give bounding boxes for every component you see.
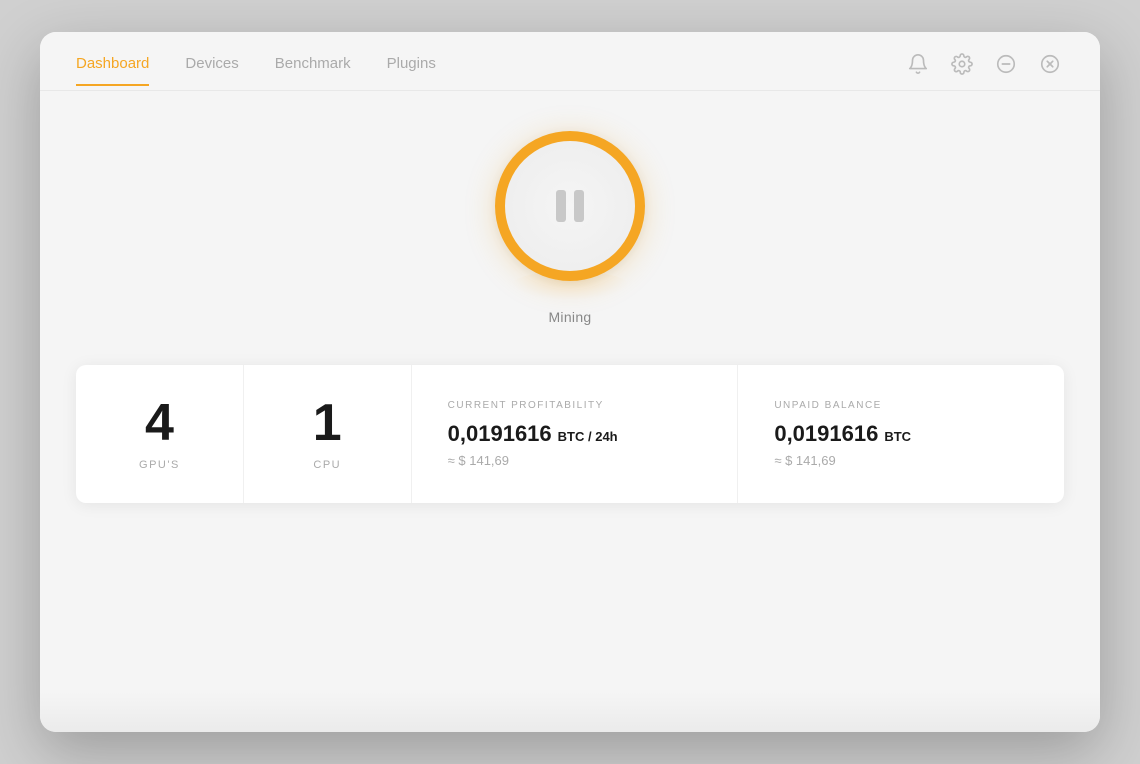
gear-icon	[951, 53, 973, 75]
mining-toggle-button[interactable]	[495, 131, 645, 281]
pause-icon	[556, 190, 584, 222]
mining-label: Mining	[548, 309, 591, 325]
app-window: Dashboard Devices Benchmark Plugins	[40, 32, 1100, 732]
balance-btc-row: 0,0191616 BTC	[774, 421, 911, 447]
profitability-header: CURRENT PROFITABILITY	[448, 400, 604, 411]
nav-icons	[904, 50, 1064, 90]
profitability-btc-row: 0,0191616 BTC / 24h	[448, 421, 618, 447]
nav-bar: Dashboard Devices Benchmark Plugins	[40, 32, 1100, 90]
gpu-count-value: 4	[145, 397, 174, 449]
nav-link-dashboard[interactable]: Dashboard	[76, 55, 149, 86]
profitability-usd: ≈ $ 141,69	[448, 453, 509, 468]
nav-link-devices[interactable]: Devices	[185, 55, 238, 86]
profitability-card: CURRENT PROFITABILITY 0,0191616 BTC / 24…	[412, 365, 739, 503]
stats-row: 4 GPU'S 1 CPU CURRENT PROFITABILITY 0,01…	[76, 365, 1064, 503]
bell-icon	[907, 53, 929, 75]
cpu-count-value: 1	[313, 397, 342, 449]
balance-btc-unit: BTC	[884, 429, 911, 444]
notifications-button[interactable]	[904, 50, 932, 78]
nav-link-benchmark[interactable]: Benchmark	[275, 55, 351, 86]
balance-usd: ≈ $ 141,69	[774, 453, 835, 468]
profitability-btc-unit: BTC / 24h	[558, 429, 618, 444]
nav-links: Dashboard Devices Benchmark Plugins	[76, 55, 436, 86]
balance-header: UNPAID BALANCE	[774, 400, 882, 411]
balance-btc-value: 0,0191616	[774, 421, 878, 447]
balance-card: UNPAID BALANCE 0,0191616 BTC ≈ $ 141,69	[738, 365, 1064, 503]
minimize-button[interactable]	[992, 50, 1020, 78]
cpu-label: CPU	[313, 459, 341, 471]
mining-button-wrap: Mining	[495, 131, 645, 325]
close-button[interactable]	[1036, 50, 1064, 78]
nav-link-plugins[interactable]: Plugins	[387, 55, 436, 86]
pause-bar-right	[574, 190, 584, 222]
pause-bar-left	[556, 190, 566, 222]
gpu-label: GPU'S	[139, 459, 180, 471]
settings-button[interactable]	[948, 50, 976, 78]
bottom-fade	[40, 692, 1100, 732]
close-icon	[1039, 53, 1061, 75]
minimize-icon	[995, 53, 1017, 75]
profitability-btc-value: 0,0191616	[448, 421, 552, 447]
main-content: Mining 4 GPU'S 1 CPU CURRENT PROFITABILI…	[40, 91, 1100, 692]
cpu-stat-card: 1 CPU	[244, 365, 412, 503]
gpu-stat-card: 4 GPU'S	[76, 365, 244, 503]
